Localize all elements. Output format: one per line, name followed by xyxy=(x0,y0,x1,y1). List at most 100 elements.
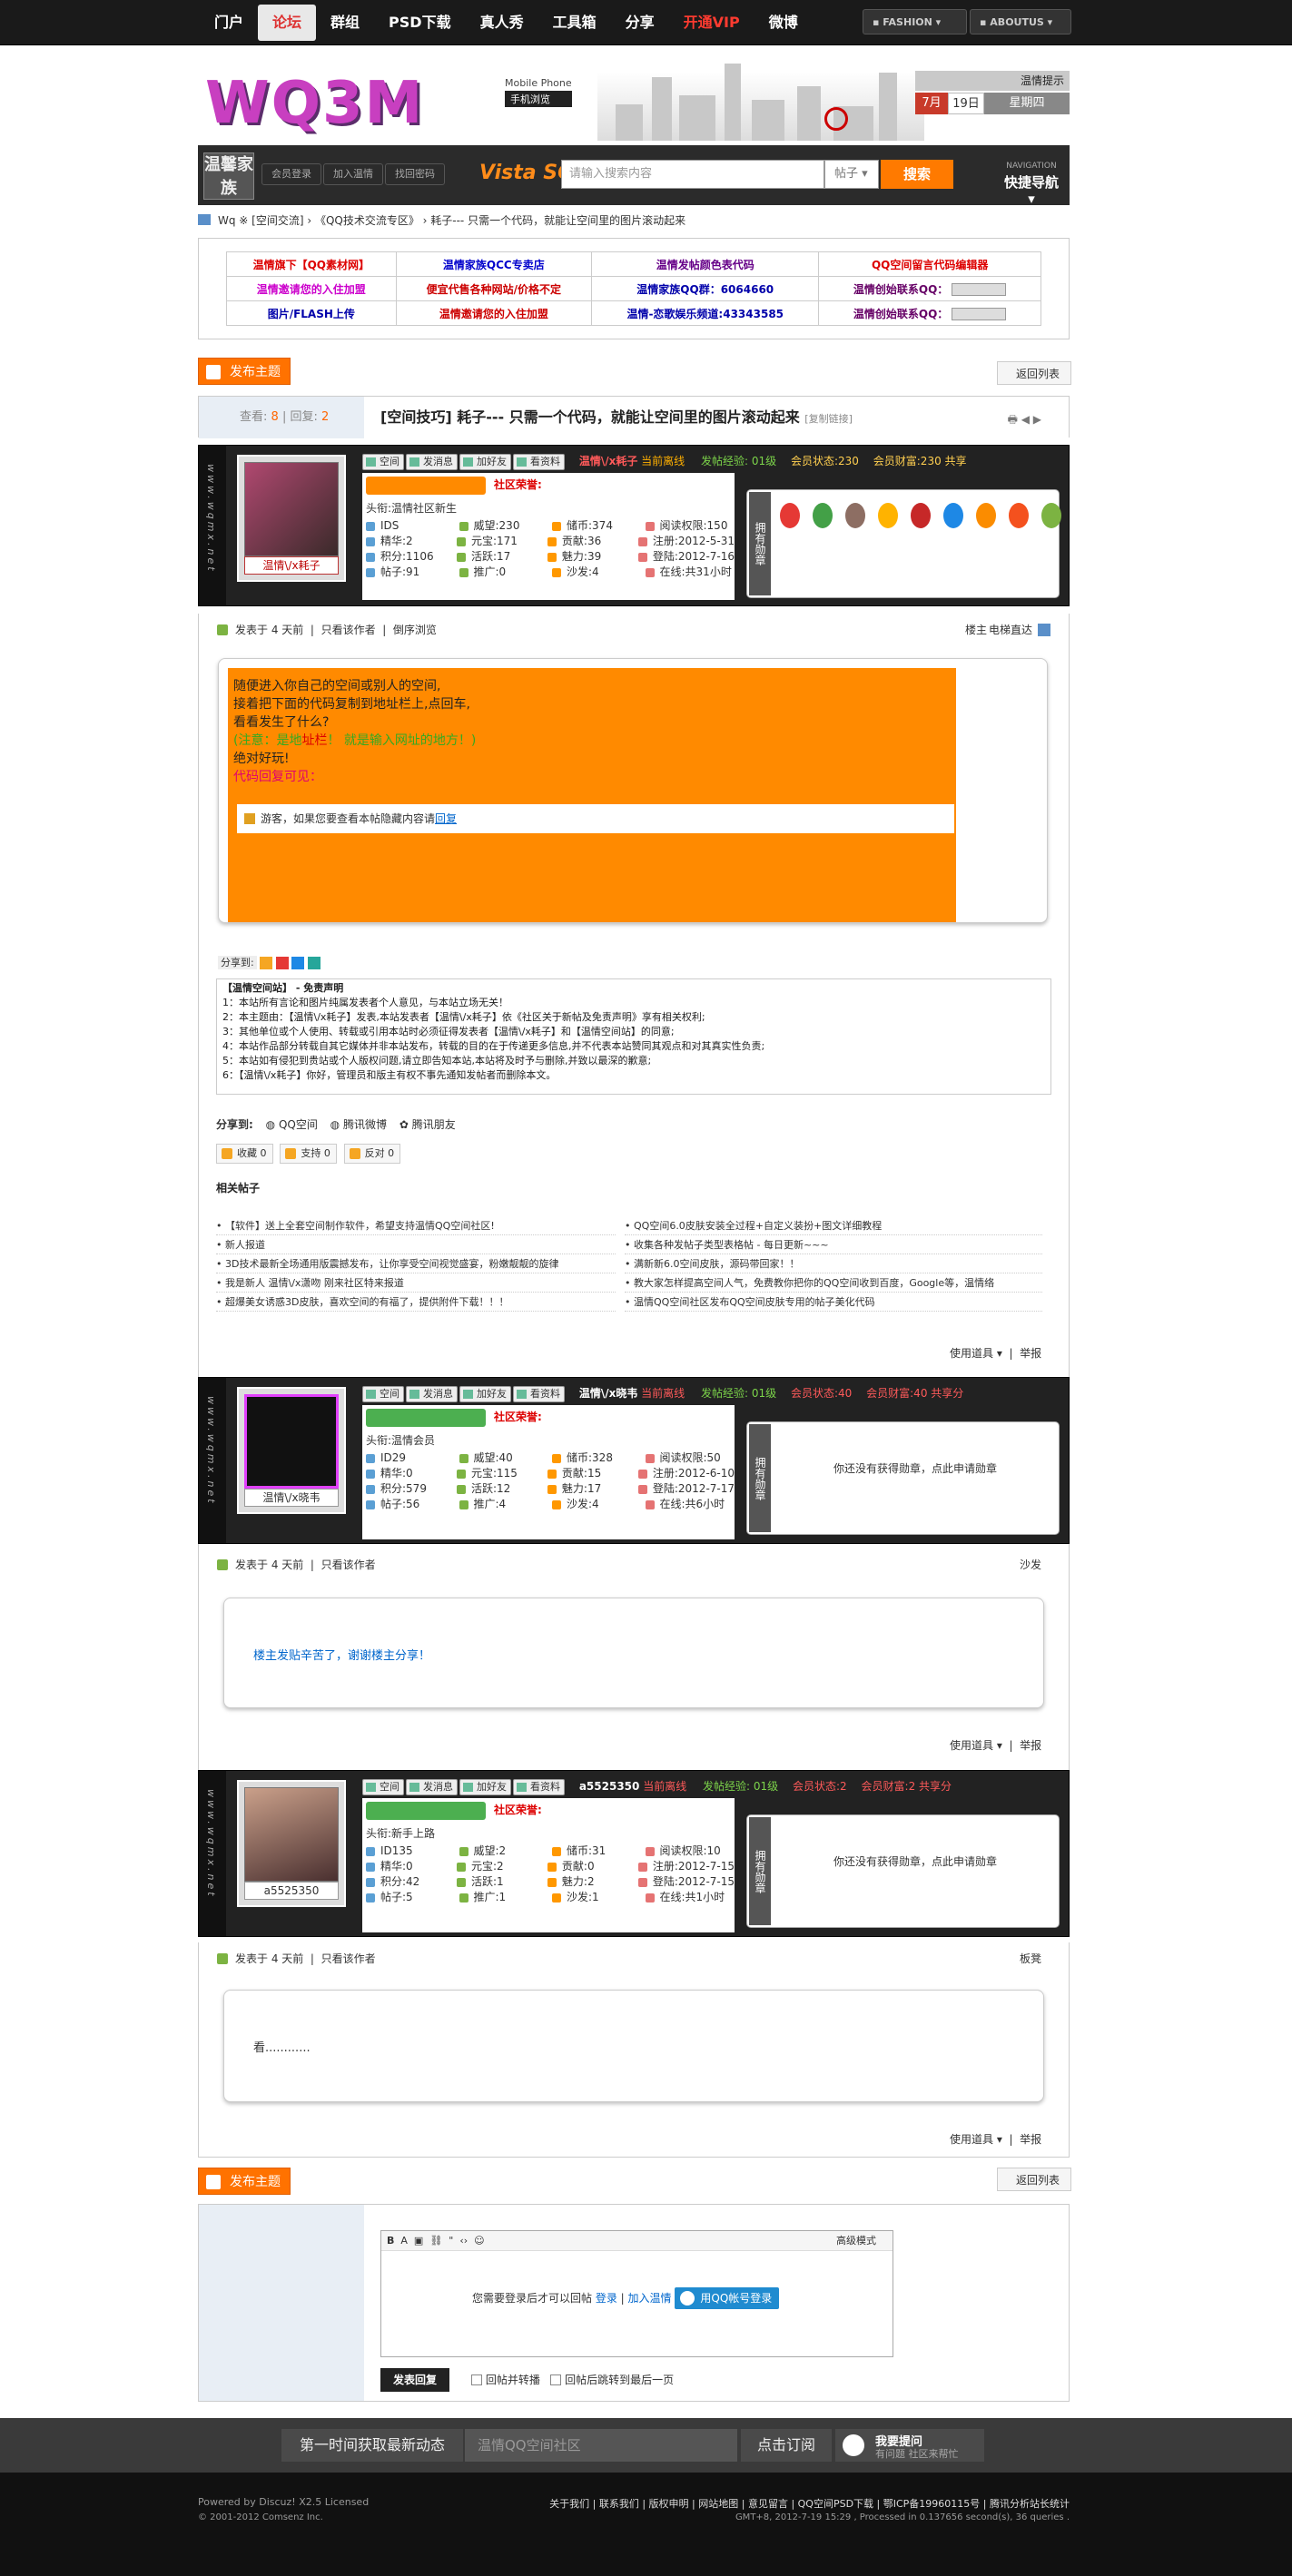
nav-tools[interactable]: 工具箱 xyxy=(538,0,611,45)
medal-icon[interactable] xyxy=(878,503,898,528)
copy-link[interactable]: [复制链接] xyxy=(804,413,853,425)
jump-last-checkbox[interactable] xyxy=(550,2374,562,2385)
report-link[interactable]: 举报 xyxy=(1020,2133,1041,2146)
font-color-icon[interactable]: A xyxy=(400,2235,408,2247)
report-link[interactable]: 举报 xyxy=(1020,1739,1041,1752)
join-button[interactable]: 加入温情 xyxy=(323,163,383,185)
related-item[interactable]: 3D技术最新全场通用版震撼发布，让你享受空间视觉盛宴，粉嫩靓靓的旋律 xyxy=(216,1254,616,1273)
ad-link[interactable]: 温情邀请您的入住加盟 xyxy=(395,300,593,326)
breadcrumb-path[interactable]: Wq ※ [空间交流] › 《QQ技术交流专区》 › 耗子--- 只需一个代码，… xyxy=(218,214,685,227)
advanced-mode-link[interactable]: 高级模式 xyxy=(836,2231,876,2251)
recover-password-button[interactable]: 找回密码 xyxy=(385,163,445,185)
ad-link[interactable]: 温情-恋歌娱乐频道:43343585 xyxy=(591,300,820,326)
medal-icon[interactable] xyxy=(845,503,865,528)
image-icon[interactable]: ▣ xyxy=(414,2235,423,2247)
only-author-link[interactable]: 只看该作者 xyxy=(321,1952,376,1965)
share-icon[interactable] xyxy=(291,957,305,969)
oppose-button[interactable]: 反对 0 xyxy=(343,1144,401,1164)
toolbar-add-friend[interactable]: 加好友 xyxy=(459,454,511,470)
mobile-link[interactable]: Mobile Phone 手机浏览 xyxy=(505,77,572,107)
ad-link[interactable]: 温情旗下【QQ素材网】 xyxy=(226,251,397,277)
related-item[interactable]: 收集各种发帖子类型表格帖 - 每日更新~~~ xyxy=(625,1235,1042,1254)
toolbar-view[interactable]: 看资料 xyxy=(513,1386,565,1402)
only-author-link[interactable]: 只看该作者 xyxy=(321,1558,376,1571)
qq-login-button[interactable]: 用QQ帐号登录 xyxy=(675,2287,780,2309)
medal-icon[interactable] xyxy=(813,503,833,528)
search-input[interactable]: 请输入搜索内容 xyxy=(561,160,824,189)
avatar[interactable]: 温情\/x晓韦 xyxy=(237,1387,346,1514)
toolbar-message[interactable]: 发消息 xyxy=(406,1779,458,1795)
search-button[interactable]: 搜索 xyxy=(881,160,953,189)
related-item[interactable]: 教大家怎样提高空间人气，免费教你把你的QQ空间收到百度，Google等，温情络 xyxy=(625,1273,1042,1293)
repost-checkbox[interactable] xyxy=(471,2374,482,2385)
print-icon[interactable]: 🖶 ◀ ▶ xyxy=(1008,411,1041,430)
medal-icon[interactable] xyxy=(943,503,963,528)
ad-link[interactable]: 温情创始联系QQ： xyxy=(818,300,1041,326)
toolbar-add-friend[interactable]: 加好友 xyxy=(459,1779,511,1795)
related-item[interactable]: 【软件】送上全套空间制作软件，希望支持温情QQ空间社区! xyxy=(216,1216,616,1235)
ad-link[interactable]: 温情家族QCC专卖店 xyxy=(395,251,593,277)
favorite-button[interactable]: 收藏 0 xyxy=(216,1144,273,1164)
reply-link[interactable]: 回复 xyxy=(435,812,457,825)
use-tools-link[interactable]: 使用道具 xyxy=(950,2133,993,2146)
ad-link[interactable]: 温情家族QQ群：6064660 xyxy=(591,276,820,301)
quote-icon[interactable]: " xyxy=(449,2235,453,2247)
medal-panel[interactable]: 拥有勋章 你还没有获得勋章，点此申请勋章 xyxy=(746,1814,1060,1928)
nav-weibo[interactable]: 微博 xyxy=(754,0,813,45)
support-button[interactable]: 支持 0 xyxy=(280,1144,337,1164)
share-icon[interactable] xyxy=(275,957,289,969)
login-link[interactable]: 登录 xyxy=(596,2292,617,2305)
use-tools-link[interactable]: 使用道具 xyxy=(950,1347,993,1360)
nav-vip[interactable]: 开通VIP xyxy=(669,0,754,45)
medal-icon[interactable] xyxy=(1009,503,1029,528)
back-to-list-button[interactable]: 返回列表 xyxy=(997,361,1072,385)
site-logo[interactable]: WQ3M xyxy=(198,59,498,137)
related-item[interactable]: QQ空间6.0皮肤安装全过程+自定义装扮+图文详细教程 xyxy=(625,1216,1042,1235)
new-post-button[interactable]: 发布主题 xyxy=(198,358,291,385)
share-icon[interactable] xyxy=(260,957,273,969)
nav-portal[interactable]: 门户 xyxy=(200,0,258,45)
medal-icon[interactable] xyxy=(976,503,996,528)
toolbar-message[interactable]: 发消息 xyxy=(406,1386,458,1402)
nav-forum[interactable]: 论坛 xyxy=(258,5,317,41)
ad-link[interactable]: 温情发帖颜色表代码 xyxy=(591,251,820,277)
related-item[interactable]: 满新新6.0空间皮肤，源码带回家！！ xyxy=(625,1254,1042,1273)
new-post-button[interactable]: 发布主题 xyxy=(198,2168,291,2195)
link-icon[interactable]: ⛓ xyxy=(429,2235,442,2247)
nav-show[interactable]: 真人秀 xyxy=(466,0,538,45)
toolbar-add-friend[interactable]: 加好友 xyxy=(459,1386,511,1402)
quick-nav-button[interactable]: NAVIGATION 快捷导航 ▾ xyxy=(1004,158,1059,207)
avatar[interactable]: a5525350 xyxy=(237,1780,346,1907)
reply-editor[interactable]: B A ▣ ⛓ " ‹› ☺ 高级模式 您需要登录后才可以回帖 登录 | 加入温… xyxy=(380,2230,893,2357)
toolbar-view[interactable]: 看资料 xyxy=(513,454,565,470)
nav-psd[interactable]: PSD下载 xyxy=(374,0,466,45)
toolbar-space[interactable]: 空间 xyxy=(362,1779,404,1795)
toolbar-message[interactable]: 发消息 xyxy=(406,454,458,470)
medal-icon[interactable] xyxy=(780,503,800,528)
use-tools-link[interactable]: 使用道具 xyxy=(950,1739,993,1752)
code-icon[interactable]: ‹› xyxy=(459,2235,468,2247)
share-weibo[interactable]: ◍ 腾讯微博 xyxy=(330,1118,387,1131)
reverse-order-link[interactable]: 倒序浏览 xyxy=(393,624,437,636)
related-item[interactable]: 温情QQ空间社区发布QQ空间皮肤专用的帖子美化代码 xyxy=(625,1293,1042,1312)
subscribe-button[interactable]: 点击订阅 xyxy=(741,2429,832,2462)
report-link[interactable]: 举报 xyxy=(1020,1347,1041,1360)
author-name[interactable]: a5525350 xyxy=(244,1882,339,1900)
elevator-go-icon[interactable] xyxy=(1038,624,1050,636)
home-icon[interactable] xyxy=(198,214,211,225)
emoji-icon[interactable]: ☺ xyxy=(474,2235,484,2247)
related-item[interactable]: 新人报道 xyxy=(216,1235,616,1254)
no-medal-text[interactable]: 你还没有获得勋章，点此申请勋章 xyxy=(774,1853,1056,1869)
search-type-select[interactable]: 帖子 ▾ xyxy=(824,160,879,189)
bold-icon[interactable]: B xyxy=(387,2235,394,2247)
avatar[interactable]: 温情\/x耗子 xyxy=(237,455,346,582)
ad-link[interactable]: QQ空间留言代码编辑器 xyxy=(818,251,1041,277)
share-friends[interactable]: ✿ 腾讯朋友 xyxy=(399,1118,456,1131)
medal-panel[interactable]: 拥有勋章 你还没有获得勋章，点此申请勋章 xyxy=(746,1421,1060,1535)
ad-link[interactable]: 便宜代售各种网站/价格不定 xyxy=(395,276,593,301)
toolbar-view[interactable]: 看资料 xyxy=(513,1779,565,1795)
ad-link[interactable]: 图片/FLASH上传 xyxy=(226,300,397,326)
toolbar-space[interactable]: 空间 xyxy=(362,454,404,470)
aboutus-dropdown[interactable]: ▪ ABOUTUS ▾ xyxy=(970,9,1071,34)
no-medal-text[interactable]: 你还没有获得勋章，点此申请勋章 xyxy=(774,1460,1056,1476)
